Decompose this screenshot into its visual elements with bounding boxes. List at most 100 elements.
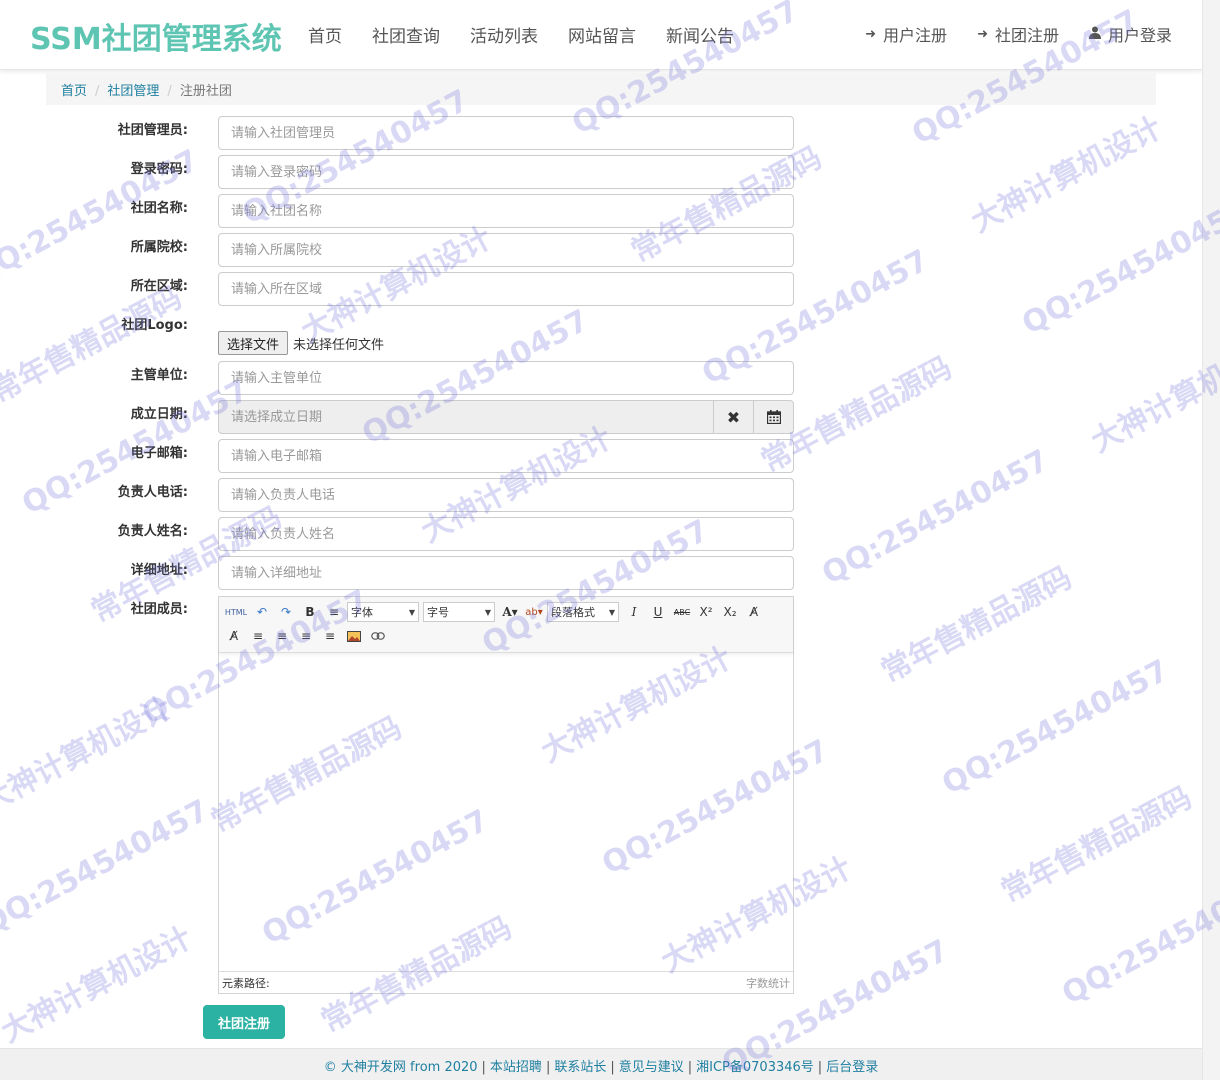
chevron-down-icon: ▼ (608, 607, 615, 617)
footer-link-contact[interactable]: 联系站长 (554, 1060, 606, 1075)
nav-activity-list[interactable]: 活动列表 (470, 22, 538, 47)
watermark: QQ:254540457 (0, 793, 215, 942)
page-scrollbar[interactable] (1202, 0, 1220, 1080)
paragraph-format-select[interactable]: 段落格式 ▼ (547, 602, 619, 622)
manager-input[interactable] (218, 116, 794, 150)
align-center-icon[interactable]: ≡ (295, 626, 317, 646)
sign-in-icon: ➜ (977, 26, 988, 42)
breadcrumb-home[interactable]: 首页 (61, 84, 87, 99)
clear-format-icon[interactable]: A̸ (743, 602, 765, 622)
redo-icon[interactable]: ↷ (275, 602, 297, 622)
breadcrumb-separator: / (167, 84, 172, 99)
footer-separator: | (817, 1060, 823, 1075)
email-label: 电子邮箱: (130, 446, 188, 461)
footer-link-admin-login[interactable]: 后台登录 (826, 1060, 878, 1075)
align-justify-icon[interactable]: ≡ (319, 626, 341, 646)
highlight-color-icon[interactable]: ab▾ (523, 602, 545, 622)
watermark: 常年售精品源码 (995, 780, 1198, 910)
club-name-input[interactable] (218, 194, 794, 228)
open-calendar-button[interactable] (754, 400, 794, 434)
unit-input[interactable] (218, 361, 794, 395)
nav-user-register[interactable]: ➜ 用户注册 (865, 22, 947, 46)
date-picker: ✖ (218, 400, 794, 434)
footer-link-icp[interactable]: 湘ICP备0703346号 (696, 1060, 814, 1075)
date-label: 成立日期: (130, 407, 188, 422)
college-input[interactable] (218, 233, 794, 267)
bold-icon[interactable]: B (299, 602, 321, 622)
footer-link-recruit[interactable]: 本站招聘 (490, 1060, 542, 1075)
align-left-icon[interactable]: ≡ (247, 626, 269, 646)
nav-club-search[interactable]: 社团查询 (372, 22, 440, 47)
password-label: 登录密码: (130, 162, 188, 177)
footer-separator: | (545, 1060, 551, 1075)
leader-input[interactable] (218, 517, 794, 551)
nav-guestbook[interactable]: 网站留言 (568, 22, 636, 47)
phone-input[interactable] (218, 478, 794, 512)
college-label: 所属院校: (130, 240, 188, 255)
nav-home[interactable]: 首页 (308, 22, 342, 47)
breadcrumb: 首页 / 社团管理 / 注册社团 (46, 73, 1156, 105)
members-label: 社团成员: (130, 602, 188, 617)
footer-link-feedback[interactable]: 意见与建议 (619, 1060, 684, 1075)
indent-icon[interactable]: ≡ (323, 602, 345, 622)
form-row-email: 电子邮箱: (0, 439, 1220, 475)
logo-file-picker: 选择文件 未选择任何文件 (218, 331, 384, 355)
form-row-college: 所属院校: (0, 233, 1220, 269)
underline-icon[interactable]: U (647, 602, 669, 622)
manager-label: 社团管理员: (117, 123, 188, 138)
image-icon[interactable] (343, 626, 365, 646)
sign-in-icon: ➜ (865, 26, 877, 42)
superscript-icon[interactable]: X² (695, 602, 717, 622)
font-size-value: 字号 (427, 606, 449, 619)
account-nav: ➜ 用户注册 ➜ 社团注册 用户登录 (835, 22, 1172, 46)
email-input[interactable] (218, 439, 794, 473)
club-register-submit-button[interactable]: 社团注册 (203, 1005, 285, 1039)
region-input[interactable] (218, 272, 794, 306)
nav-club-register[interactable]: ➜ 社团注册 (977, 22, 1059, 46)
choose-file-button[interactable]: 选择文件 (218, 331, 289, 355)
form-row-manager: 社团管理员: (0, 116, 1220, 152)
editor-content-area[interactable] (219, 653, 793, 971)
footer: © 大神开发网 from 2020 | 本站招聘 | 联系站长 | 意见与建议 | 湘ICP备0… (0, 1048, 1202, 1080)
calendar-icon (766, 410, 781, 424)
paragraph-format-value: 段落格式 (551, 606, 595, 619)
html-source-button[interactable]: HTML (223, 602, 249, 622)
members-editor: HTML ↶ ↷ B ≡ 字体 ▼ 字号 ▼ A▾ ab▾ 段落格式 ▼ I U AB… (218, 596, 794, 994)
chevron-down-icon: ▼ (408, 607, 415, 617)
chevron-down-icon: ▼ (484, 607, 491, 617)
form-row-password: 登录密码: (0, 155, 1220, 191)
link-icon[interactable] (367, 626, 389, 646)
element-path: 元素路径: (222, 977, 270, 990)
top-navbar: SSM社团管理系统 首页 社团查询 活动列表 网站留言 新闻公告 ➜ 用户注册 … (0, 0, 1202, 70)
nav-user-register-label: 用户注册 (883, 26, 948, 45)
footer-separator: | (610, 1060, 615, 1075)
watermark: 大神计算机设计 (0, 920, 198, 1050)
nav-news[interactable]: 新闻公告 (666, 22, 734, 47)
brand-logo[interactable]: SSM社团管理系统 (30, 14, 282, 58)
font-family-select[interactable]: 字体 ▼ (347, 602, 419, 622)
form-row-leader: 负责人姓名: (0, 517, 1220, 553)
breadcrumb-section[interactable]: 社团管理 (107, 84, 159, 99)
nav-user-login[interactable]: 用户登录 (1088, 22, 1172, 46)
form-row-unit: 主管单位: (0, 361, 1220, 397)
user-icon (1088, 26, 1101, 43)
italic-icon[interactable]: I (623, 602, 645, 622)
format-brush-icon[interactable]: A̸ (223, 626, 245, 646)
form-row-date: 成立日期: ✖ (0, 400, 1220, 436)
password-input[interactable] (218, 155, 794, 189)
align-right-icon[interactable]: ≡ (271, 626, 293, 646)
undo-icon[interactable]: ↶ (251, 602, 273, 622)
strikethrough-icon[interactable]: ABC (671, 602, 693, 622)
address-label: 详细地址: (130, 563, 188, 578)
watermark: 大神计算机设计 (0, 690, 178, 820)
subscript-icon[interactable]: X₂ (719, 602, 741, 622)
clear-date-button[interactable]: ✖ (714, 400, 754, 434)
date-input[interactable] (218, 400, 714, 434)
editor-toolbar: HTML ↶ ↷ B ≡ 字体 ▼ 字号 ▼ A▾ ab▾ 段落格式 ▼ I U AB… (219, 597, 793, 653)
address-input[interactable] (218, 556, 794, 590)
form-row-logo: 社团Logo: (0, 311, 1220, 347)
word-count: 字数统计 (746, 977, 790, 990)
font-size-select[interactable]: 字号 ▼ (423, 602, 495, 622)
font-color-icon[interactable]: A▾ (499, 602, 521, 622)
breadcrumb-current: 注册社团 (179, 84, 232, 99)
